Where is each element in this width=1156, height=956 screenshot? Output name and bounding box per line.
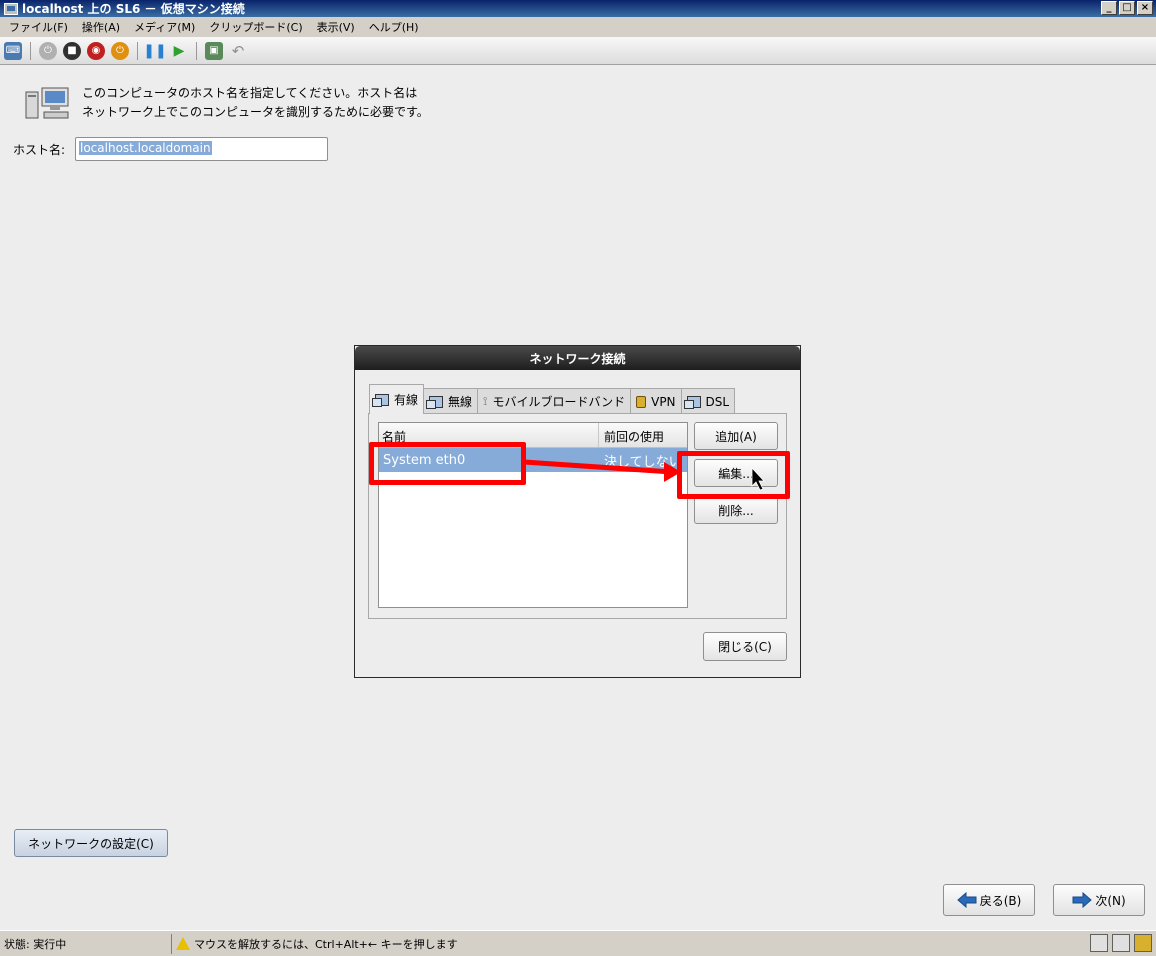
lock-icon: [636, 395, 647, 408]
tab-mobile-broadband-label: モバイルブロードバンド: [492, 395, 626, 409]
delete-button[interactable]: 削除...: [694, 496, 778, 524]
tab-wired-label: 有線: [394, 393, 419, 407]
warning-icon: [176, 937, 190, 950]
pause-icon[interactable]: ❚❚: [143, 42, 166, 60]
network-connections-dialog: ネットワーク接続 有線 無線 ⟟ モバイルブロードバンド VPN DSL 名前 …: [354, 345, 801, 678]
status-message-area: マウスを解放するには、Ctrl+Alt+← キーを押します: [172, 936, 458, 952]
status-message: マウスを解放するには、Ctrl+Alt+← キーを押します: [194, 937, 458, 951]
tab-wireless-label: 無線: [448, 395, 473, 409]
hostname-input[interactable]: localhost.localdomain: [75, 137, 328, 161]
antenna-icon: ⟟: [483, 394, 488, 408]
dialog-title: ネットワーク接続: [355, 346, 800, 370]
wired-network-icon: [372, 393, 389, 407]
network-settings-button[interactable]: ネットワークの設定(C): [14, 829, 168, 857]
revert-icon[interactable]: ↶: [229, 42, 247, 60]
tab-wired[interactable]: 有線: [369, 384, 425, 414]
status-indicators: [1090, 934, 1152, 952]
wireless-network-icon: [426, 395, 444, 409]
connection-last-used: 決してしない: [604, 454, 682, 470]
menu-bar: ファイル(F) 操作(A) メディア(M) クリップボード(C) 表示(V) ヘ…: [0, 17, 1156, 37]
menu-help[interactable]: ヘルプ(H): [362, 19, 426, 35]
resume-icon[interactable]: ▶: [170, 42, 188, 60]
stop-icon[interactable]: ■: [63, 41, 81, 60]
tab-mobile-broadband[interactable]: ⟟ モバイルブロードバンド: [477, 388, 632, 414]
window-controls: _ □ ×: [1101, 1, 1153, 15]
window-title: localhost 上の SL6 － 仮想マシン接続: [22, 2, 245, 16]
connection-type-tabs: 有線 無線 ⟟ モバイルブロードバンド VPN DSL: [369, 384, 736, 414]
mouse-icon: [1112, 934, 1130, 952]
keyboard-icon: [1090, 934, 1108, 952]
dsl-network-icon: [683, 395, 701, 409]
start-icon[interactable]: ⏻: [39, 41, 57, 60]
menu-view[interactable]: 表示(V): [310, 19, 362, 35]
next-button-label: 次(N): [1095, 893, 1126, 908]
window-titlebar: localhost 上の SL6 － 仮想マシン接続 _ □ ×: [0, 0, 1156, 17]
close-window-button[interactable]: ×: [1137, 1, 1153, 15]
network-computers-icon: [25, 87, 69, 119]
toolbar-separator: [196, 41, 197, 60]
toolbar-separator: [30, 41, 31, 60]
highlight-edit-button: [677, 451, 790, 499]
menu-clipboard[interactable]: クリップボード(C): [202, 19, 309, 35]
maximize-button[interactable]: □: [1119, 1, 1135, 15]
column-header-last-used[interactable]: 前回の使用: [599, 423, 687, 447]
dialog-close-button[interactable]: 閉じる(C): [703, 632, 787, 661]
vm-toolbar: ⌨ ⏻ ■ ◉ ⏻ ❚❚ ▶ ▣ ↶: [0, 37, 1156, 65]
status-bar: 状態: 実行中 マウスを解放するには、Ctrl+Alt+← キーを押します: [0, 930, 1156, 956]
power-icon[interactable]: ⏻: [111, 41, 129, 60]
tab-dsl[interactable]: DSL: [680, 388, 736, 414]
next-button[interactable]: 次(N): [1053, 884, 1145, 916]
menu-action[interactable]: 操作(A): [75, 19, 127, 35]
tab-vpn[interactable]: VPN: [630, 388, 682, 414]
lock-icon: [1134, 934, 1152, 952]
minimize-button[interactable]: _: [1101, 1, 1117, 15]
arrow-left-icon: [956, 892, 977, 908]
hostname-value: localhost.localdomain: [79, 141, 212, 155]
back-button[interactable]: 戻る(B): [943, 884, 1035, 916]
hostname-instructions: このコンピュータのホスト名を指定してください。ホスト名は ネットワーク上でこのコ…: [82, 84, 429, 122]
ctrl-alt-del-icon[interactable]: ⌨: [4, 41, 22, 60]
arrow-right-icon: [1072, 892, 1093, 908]
highlight-connection-row: [369, 442, 526, 485]
instructions-line-2: ネットワーク上でこのコンピュータを識別するために必要です。: [82, 105, 429, 119]
toolbar-separator: [137, 41, 138, 60]
vm-state: 状態: 実行中: [0, 933, 172, 954]
vm-connection-icon: [4, 2, 18, 15]
menu-file[interactable]: ファイル(F): [2, 19, 75, 35]
menu-media[interactable]: メディア(M): [127, 19, 202, 35]
add-button[interactable]: 追加(A): [694, 422, 778, 450]
snapshot-icon[interactable]: ▣: [205, 41, 223, 60]
tab-dsl-label: DSL: [705, 394, 730, 409]
shutdown-icon[interactable]: ◉: [87, 41, 105, 60]
tab-wireless[interactable]: 無線: [423, 388, 479, 414]
hostname-label: ホスト名:: [13, 143, 66, 157]
tab-vpn-label: VPN: [651, 394, 676, 409]
back-button-label: 戻る(B): [979, 893, 1022, 908]
instructions-line-1: このコンピュータのホスト名を指定してください。ホスト名は: [82, 86, 418, 100]
